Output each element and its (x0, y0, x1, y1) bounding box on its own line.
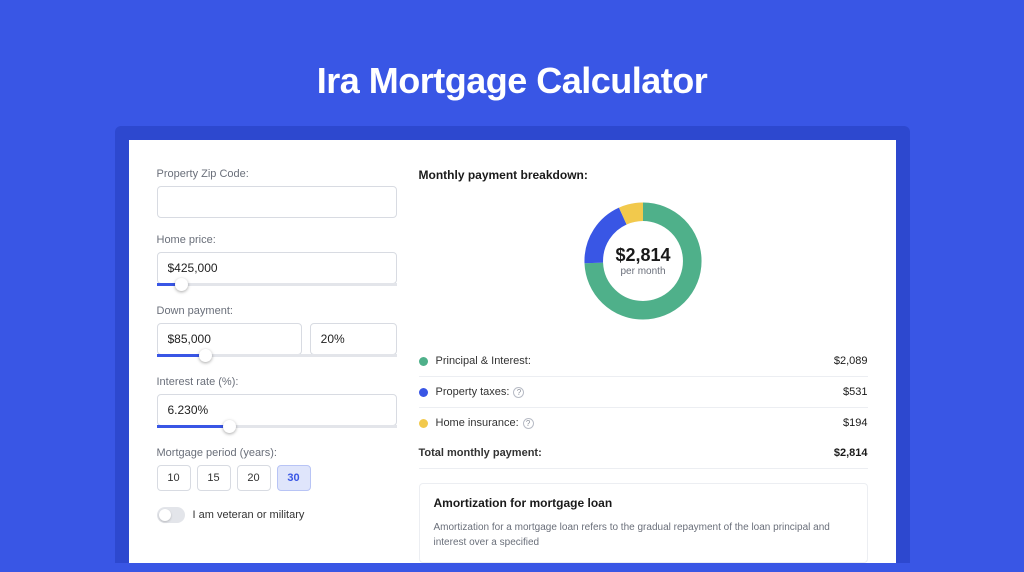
donut-sub: per month (578, 266, 708, 277)
calculator-card: Property Zip Code: Home price: Down paym… (129, 140, 896, 563)
home-price-field-block: Home price: (157, 234, 397, 289)
period-options: 10152030 (157, 465, 397, 491)
down-payment-slider[interactable] (157, 354, 397, 360)
legend-value: $2,089 (834, 355, 868, 367)
legend-label: Property taxes:? (436, 386, 525, 398)
page-title: Ira Mortgage Calculator (0, 60, 1024, 102)
legend-dot (419, 357, 428, 366)
amortization-title: Amortization for mortgage loan (434, 496, 853, 510)
amortization-box: Amortization for mortgage loan Amortizat… (419, 483, 868, 563)
donut-amount: $2,814 (578, 245, 708, 266)
legend-label: Home insurance:? (436, 417, 534, 429)
breakdown-title: Monthly payment breakdown: (419, 168, 868, 182)
down-payment-field-block: Down payment: (157, 305, 397, 360)
slider-thumb[interactable] (175, 278, 188, 291)
home-price-slider[interactable] (157, 283, 397, 289)
legend-dot (419, 419, 428, 428)
legend-value: $194 (843, 417, 867, 429)
legend-value: $531 (843, 386, 867, 398)
donut-wrap: $2,814 per month (419, 196, 868, 326)
toggle-knob (159, 509, 171, 521)
amortization-text: Amortization for a mortgage loan refers … (434, 520, 853, 550)
slider-track (157, 283, 397, 286)
legend-label: Principal & Interest: (436, 355, 531, 367)
period-option-30[interactable]: 30 (277, 465, 311, 491)
interest-slider[interactable] (157, 425, 397, 431)
legend-dot (419, 388, 428, 397)
slider-fill (157, 354, 205, 357)
card-backdrop: Property Zip Code: Home price: Down paym… (115, 126, 910, 563)
veteran-label: I am veteran or military (193, 509, 305, 521)
legend-row: Home insurance:? $194 (419, 408, 868, 438)
home-price-input[interactable] (157, 252, 397, 284)
info-icon[interactable]: ? (513, 387, 524, 398)
legend-total-label: Total monthly payment: (419, 447, 542, 459)
legend-total-row: Total monthly payment: $2,814 (419, 438, 868, 469)
zip-field-block: Property Zip Code: (157, 168, 397, 218)
interest-input[interactable] (157, 394, 397, 426)
interest-field-block: Interest rate (%): (157, 376, 397, 431)
legend-total-value: $2,814 (834, 447, 868, 459)
slider-thumb[interactable] (199, 349, 212, 362)
down-payment-label: Down payment: (157, 305, 397, 317)
home-price-label: Home price: (157, 234, 397, 246)
breakdown-column: Monthly payment breakdown: $2,814 per mo… (419, 168, 868, 563)
zip-input[interactable] (157, 186, 397, 218)
legend-row: Principal & Interest: $2,089 (419, 346, 868, 377)
period-label: Mortgage period (years): (157, 447, 397, 459)
donut-chart: $2,814 per month (578, 196, 708, 326)
legend-row: Property taxes:? $531 (419, 377, 868, 408)
period-option-20[interactable]: 20 (237, 465, 271, 491)
period-option-10[interactable]: 10 (157, 465, 191, 491)
down-payment-amount-input[interactable] (157, 323, 302, 355)
down-payment-percent-input[interactable] (310, 323, 397, 355)
slider-thumb[interactable] (223, 420, 236, 433)
veteran-toggle-row: I am veteran or military (157, 507, 397, 523)
interest-label: Interest rate (%): (157, 376, 397, 388)
period-field-block: Mortgage period (years): 10152030 (157, 447, 397, 491)
form-column: Property Zip Code: Home price: Down paym… (157, 168, 397, 563)
info-icon[interactable]: ? (523, 418, 534, 429)
donut-center: $2,814 per month (578, 245, 708, 277)
legend: Principal & Interest: $2,089 Property taxe… (419, 346, 868, 438)
slider-fill (157, 425, 229, 428)
period-option-15[interactable]: 15 (197, 465, 231, 491)
zip-label: Property Zip Code: (157, 168, 397, 180)
veteran-toggle[interactable] (157, 507, 185, 523)
